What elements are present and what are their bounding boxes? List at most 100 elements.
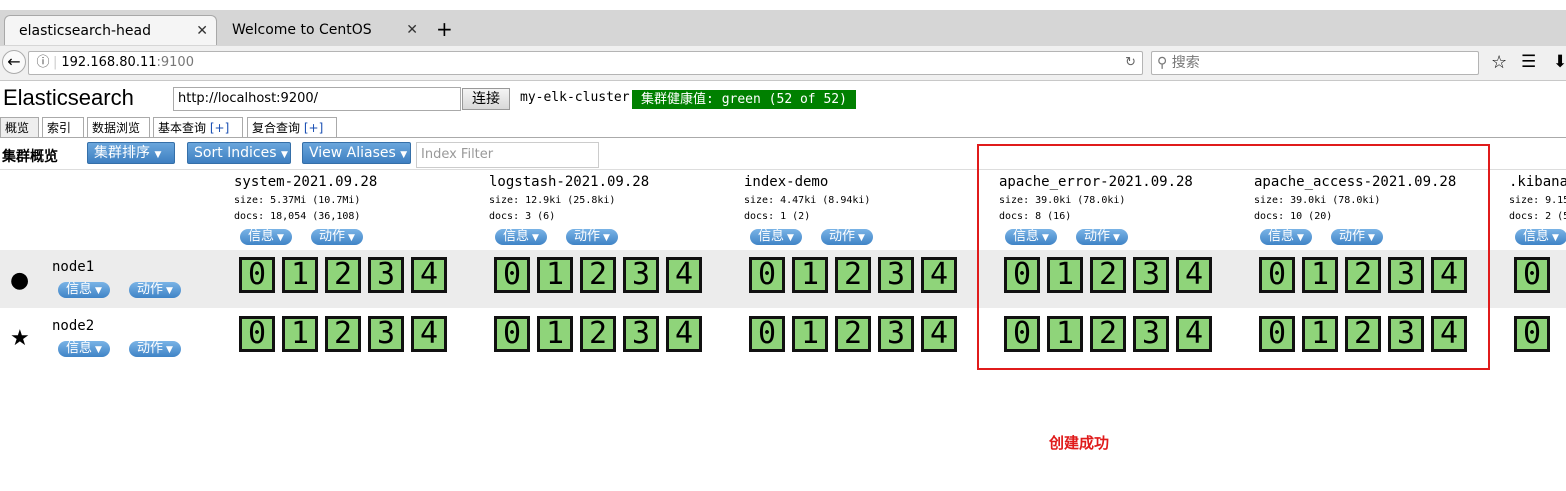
tab-overview[interactable]: 概览: [0, 117, 39, 138]
info-icon[interactable]: ⓘ: [33, 52, 53, 74]
browser-tab-label: elasticsearch-head: [19, 23, 151, 39]
shard-box[interactable]: 3: [878, 257, 914, 293]
chevron-down-icon: ▼: [532, 233, 539, 243]
shard-box[interactable]: 3: [623, 257, 659, 293]
shard-box[interactable]: 0: [494, 316, 530, 352]
browser-tab-elasticsearch-head[interactable]: elasticsearch-head ✕: [4, 15, 217, 45]
shard-box[interactable]: 4: [921, 316, 957, 352]
node-action-button[interactable]: 动作 ▼: [129, 282, 181, 298]
node-info-button[interactable]: 信息 ▼: [58, 341, 110, 357]
index-action-button[interactable]: 动作 ▼: [821, 229, 873, 245]
shard-box[interactable]: 4: [411, 257, 447, 293]
shard-box[interactable]: 2: [835, 257, 871, 293]
shard-box[interactable]: 1: [282, 316, 318, 352]
button-label: 信息: [248, 229, 275, 244]
index-docs: docs: 18,054 (36,108): [234, 211, 361, 222]
shard-box[interactable]: 2: [325, 316, 361, 352]
tab-plus: [+]: [303, 121, 324, 135]
shard-box[interactable]: 3: [878, 316, 914, 352]
index-name: logstash-2021.09.28: [489, 174, 650, 190]
browser-search-input[interactable]: ⚲ 搜索: [1151, 51, 1479, 75]
shard-box[interactable]: 4: [666, 257, 702, 293]
shard-box[interactable]: 0: [1514, 257, 1550, 293]
shard-box[interactable]: 4: [411, 316, 447, 352]
chevron-down-icon: ▼: [154, 150, 162, 160]
url-host: 192.168.80.11: [61, 55, 157, 70]
index-info-button[interactable]: 信息 ▼: [1515, 229, 1566, 245]
shard-box[interactable]: 1: [537, 257, 573, 293]
shard-box[interactable]: 0: [1514, 316, 1550, 352]
index-docs: docs: 3 (6): [489, 211, 556, 222]
button-label: 信息: [758, 229, 785, 244]
star-node-icon: ★: [10, 326, 30, 351]
master-node-icon: ●: [10, 268, 30, 293]
shard-box[interactable]: 3: [623, 316, 659, 352]
shard-box[interactable]: 0: [749, 257, 785, 293]
connect-url-input[interactable]: http://localhost:9200/: [173, 87, 461, 111]
reader-list-icon[interactable]: ☰: [1521, 52, 1536, 72]
index-info-button[interactable]: 信息 ▼: [750, 229, 802, 245]
node-name: node2: [52, 318, 95, 334]
shard-box[interactable]: 3: [368, 257, 404, 293]
tab-label: 基本查询: [158, 121, 207, 135]
shard-box[interactable]: 2: [580, 257, 616, 293]
shard-box[interactable]: 0: [239, 257, 275, 293]
index-name: system-2021.09.28: [234, 174, 378, 190]
back-arrow-icon[interactable]: ←: [2, 50, 26, 74]
tab-basic-query[interactable]: 基本查询 [+]: [153, 117, 243, 138]
node-info-button[interactable]: 信息 ▼: [58, 282, 110, 298]
shard-box[interactable]: 2: [580, 316, 616, 352]
chevron-down-icon: ▼: [95, 345, 102, 355]
annotation-text: 创建成功: [1049, 434, 1110, 452]
shard-box[interactable]: 1: [537, 316, 573, 352]
chevron-down-icon: ▼: [166, 345, 173, 355]
button-label: View Aliases: [309, 145, 396, 161]
close-icon[interactable]: ✕: [196, 16, 208, 46]
sort-indices-button[interactable]: Sort Indices ▼: [187, 142, 291, 164]
shard-box[interactable]: 0: [749, 316, 785, 352]
index-info-button[interactable]: 信息 ▼: [495, 229, 547, 245]
index-action-button[interactable]: 动作 ▼: [566, 229, 618, 245]
index-filter-input[interactable]: Index Filter: [416, 142, 599, 168]
cluster-name: my-elk-cluster: [520, 90, 630, 105]
chevron-down-icon: ▼: [277, 233, 284, 243]
chevron-down-icon: ▼: [858, 233, 865, 243]
chevron-down-icon: ▼: [400, 150, 408, 160]
shard-box[interactable]: 2: [835, 316, 871, 352]
download-icon[interactable]: ⬇: [1553, 52, 1566, 72]
button-label: 信息: [66, 341, 93, 356]
shard-box[interactable]: 2: [325, 257, 361, 293]
connect-button[interactable]: 连接: [462, 88, 510, 110]
sort-cluster-button[interactable]: 集群排序 ▼: [87, 142, 175, 164]
index-info-button[interactable]: 信息 ▼: [240, 229, 292, 245]
shard-box[interactable]: 0: [239, 316, 275, 352]
index-action-button[interactable]: 动作 ▼: [311, 229, 363, 245]
shard-box[interactable]: 0: [494, 257, 530, 293]
button-label: 信息: [1523, 229, 1550, 244]
search-placeholder: 搜索: [1171, 55, 1200, 71]
button-label: 动作: [574, 229, 601, 244]
app-title: Elasticsearch: [3, 85, 134, 110]
shard-box[interactable]: 1: [282, 257, 318, 293]
shard-box[interactable]: 1: [792, 257, 828, 293]
tab-compound-query[interactable]: 复合查询 [+]: [247, 117, 337, 138]
browser-tab-centos[interactable]: Welcome to CentOS ✕: [218, 15, 426, 45]
node-action-button[interactable]: 动作 ▼: [129, 341, 181, 357]
url-bar[interactable]: ⓘ | 192.168.80.11:9100 ↻: [28, 51, 1143, 75]
tab-indices[interactable]: 索引: [42, 117, 84, 138]
shard-box[interactable]: 3: [368, 316, 404, 352]
shard-box[interactable]: 1: [792, 316, 828, 352]
shard-box[interactable]: 4: [666, 316, 702, 352]
chevron-down-icon: ▼: [787, 233, 794, 243]
chevron-down-icon: ▼: [95, 286, 102, 296]
tab-browser[interactable]: 数据浏览: [87, 117, 150, 138]
button-label: Sort Indices: [194, 145, 277, 161]
close-icon[interactable]: ✕: [406, 15, 418, 45]
chevron-down-icon: ▼: [603, 233, 610, 243]
node-name: node1: [52, 259, 95, 275]
new-tab-button[interactable]: +: [436, 17, 453, 41]
shard-box[interactable]: 4: [921, 257, 957, 293]
view-aliases-button[interactable]: View Aliases ▼: [302, 142, 411, 164]
reload-icon[interactable]: ↻: [1125, 52, 1136, 74]
bookmark-star-icon[interactable]: ☆: [1491, 52, 1507, 73]
